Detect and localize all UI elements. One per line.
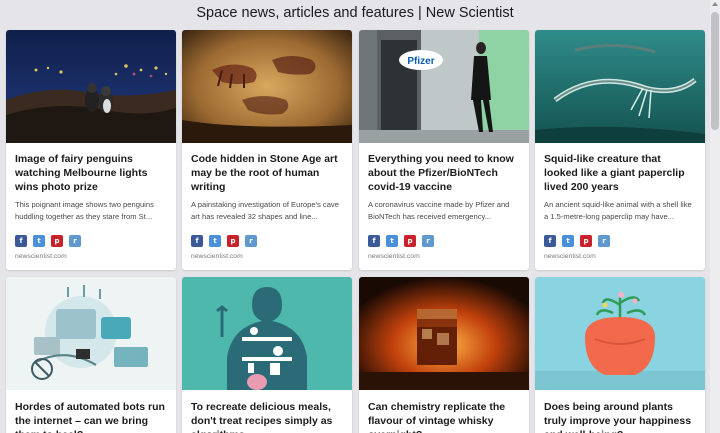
article-source: newscientist.com bbox=[191, 253, 243, 260]
article-source: newscientist.com bbox=[368, 253, 420, 260]
share-buttons: f t p r bbox=[182, 227, 352, 247]
twitter-icon[interactable]: t bbox=[562, 235, 574, 247]
share-buttons: f t p r bbox=[6, 227, 176, 247]
facebook-icon[interactable]: f bbox=[191, 235, 203, 247]
article-image[interactable] bbox=[182, 277, 352, 390]
article-headline[interactable]: Squid-like creature that looked like a g… bbox=[535, 143, 705, 199]
article-excerpt: This poignant image shows two penguins h… bbox=[15, 200, 154, 221]
pinterest-icon[interactable]: p bbox=[404, 235, 416, 247]
article-image[interactable] bbox=[6, 277, 176, 390]
page-title: Space news, articles and features | New … bbox=[196, 5, 514, 21]
article-card[interactable]: Code hidden in Stone Age art may be the … bbox=[182, 30, 352, 270]
article-card[interactable]: To recreate delicious meals, don't treat… bbox=[182, 277, 352, 433]
article-grid: Image of fairy penguins watching Melbour… bbox=[6, 30, 706, 433]
article-card[interactable]: Pfizer Everything you need to know about… bbox=[359, 30, 529, 270]
article-headline[interactable]: Everything you need to know about the Pf… bbox=[359, 143, 529, 199]
article-card[interactable]: Squid-like creature that looked like a g… bbox=[535, 30, 705, 270]
reddit-icon[interactable]: r bbox=[598, 235, 610, 247]
article-image[interactable]: Pfizer bbox=[359, 30, 529, 143]
reddit-icon[interactable]: r bbox=[422, 235, 434, 247]
pfizer-logo-text: Pfizer bbox=[407, 56, 434, 67]
article-headline[interactable]: Can chemistry replicate the flavour of v… bbox=[359, 390, 529, 433]
article-card[interactable]: Can chemistry replicate the flavour of v… bbox=[359, 277, 529, 433]
article-headline[interactable]: Image of fairy penguins watching Melbour… bbox=[6, 143, 176, 199]
article-headline[interactable]: To recreate delicious meals, don't treat… bbox=[182, 390, 352, 433]
article-source: newscientist.com bbox=[15, 253, 67, 260]
pinterest-icon[interactable]: p bbox=[580, 235, 592, 247]
scroll-up-arrow-icon[interactable] bbox=[712, 2, 718, 6]
facebook-icon[interactable]: f bbox=[15, 235, 27, 247]
article-image[interactable] bbox=[535, 30, 705, 143]
article-headline[interactable]: Does being around plants truly improve y… bbox=[535, 390, 705, 433]
article-card[interactable]: Does being around plants truly improve y… bbox=[535, 277, 705, 433]
pinterest-icon[interactable]: p bbox=[51, 235, 63, 247]
article-headline[interactable]: Hordes of automated bots run the interne… bbox=[6, 390, 176, 433]
share-buttons: f t p r bbox=[535, 227, 705, 247]
reddit-icon[interactable]: r bbox=[69, 235, 81, 247]
twitter-icon[interactable]: t bbox=[209, 235, 221, 247]
article-card[interactable]: Hordes of automated bots run the interne… bbox=[6, 277, 176, 433]
reddit-icon[interactable]: r bbox=[245, 235, 257, 247]
article-excerpt: An ancient squid-like animal with a shel… bbox=[544, 200, 692, 221]
vertical-scrollbar[interactable] bbox=[710, 0, 720, 433]
article-image[interactable] bbox=[182, 30, 352, 143]
article-headline[interactable]: Code hidden in Stone Age art may be the … bbox=[182, 143, 352, 199]
article-image[interactable] bbox=[359, 277, 529, 390]
pinterest-icon[interactable]: p bbox=[227, 235, 239, 247]
facebook-icon[interactable]: f bbox=[368, 235, 380, 247]
twitter-icon[interactable]: t bbox=[33, 235, 45, 247]
article-source: newscientist.com bbox=[544, 253, 596, 260]
article-image[interactable] bbox=[6, 30, 176, 143]
article-excerpt: A painstaking investigation of Europe's … bbox=[191, 200, 339, 221]
facebook-icon[interactable]: f bbox=[544, 235, 556, 247]
twitter-icon[interactable]: t bbox=[386, 235, 398, 247]
article-card[interactable]: Image of fairy penguins watching Melbour… bbox=[6, 30, 176, 270]
article-image[interactable] bbox=[535, 277, 705, 390]
share-buttons: f t p r bbox=[359, 227, 529, 247]
scroll-thumb[interactable] bbox=[711, 12, 719, 130]
article-excerpt: A coronavirus vaccine made by Pfizer and… bbox=[368, 200, 510, 221]
